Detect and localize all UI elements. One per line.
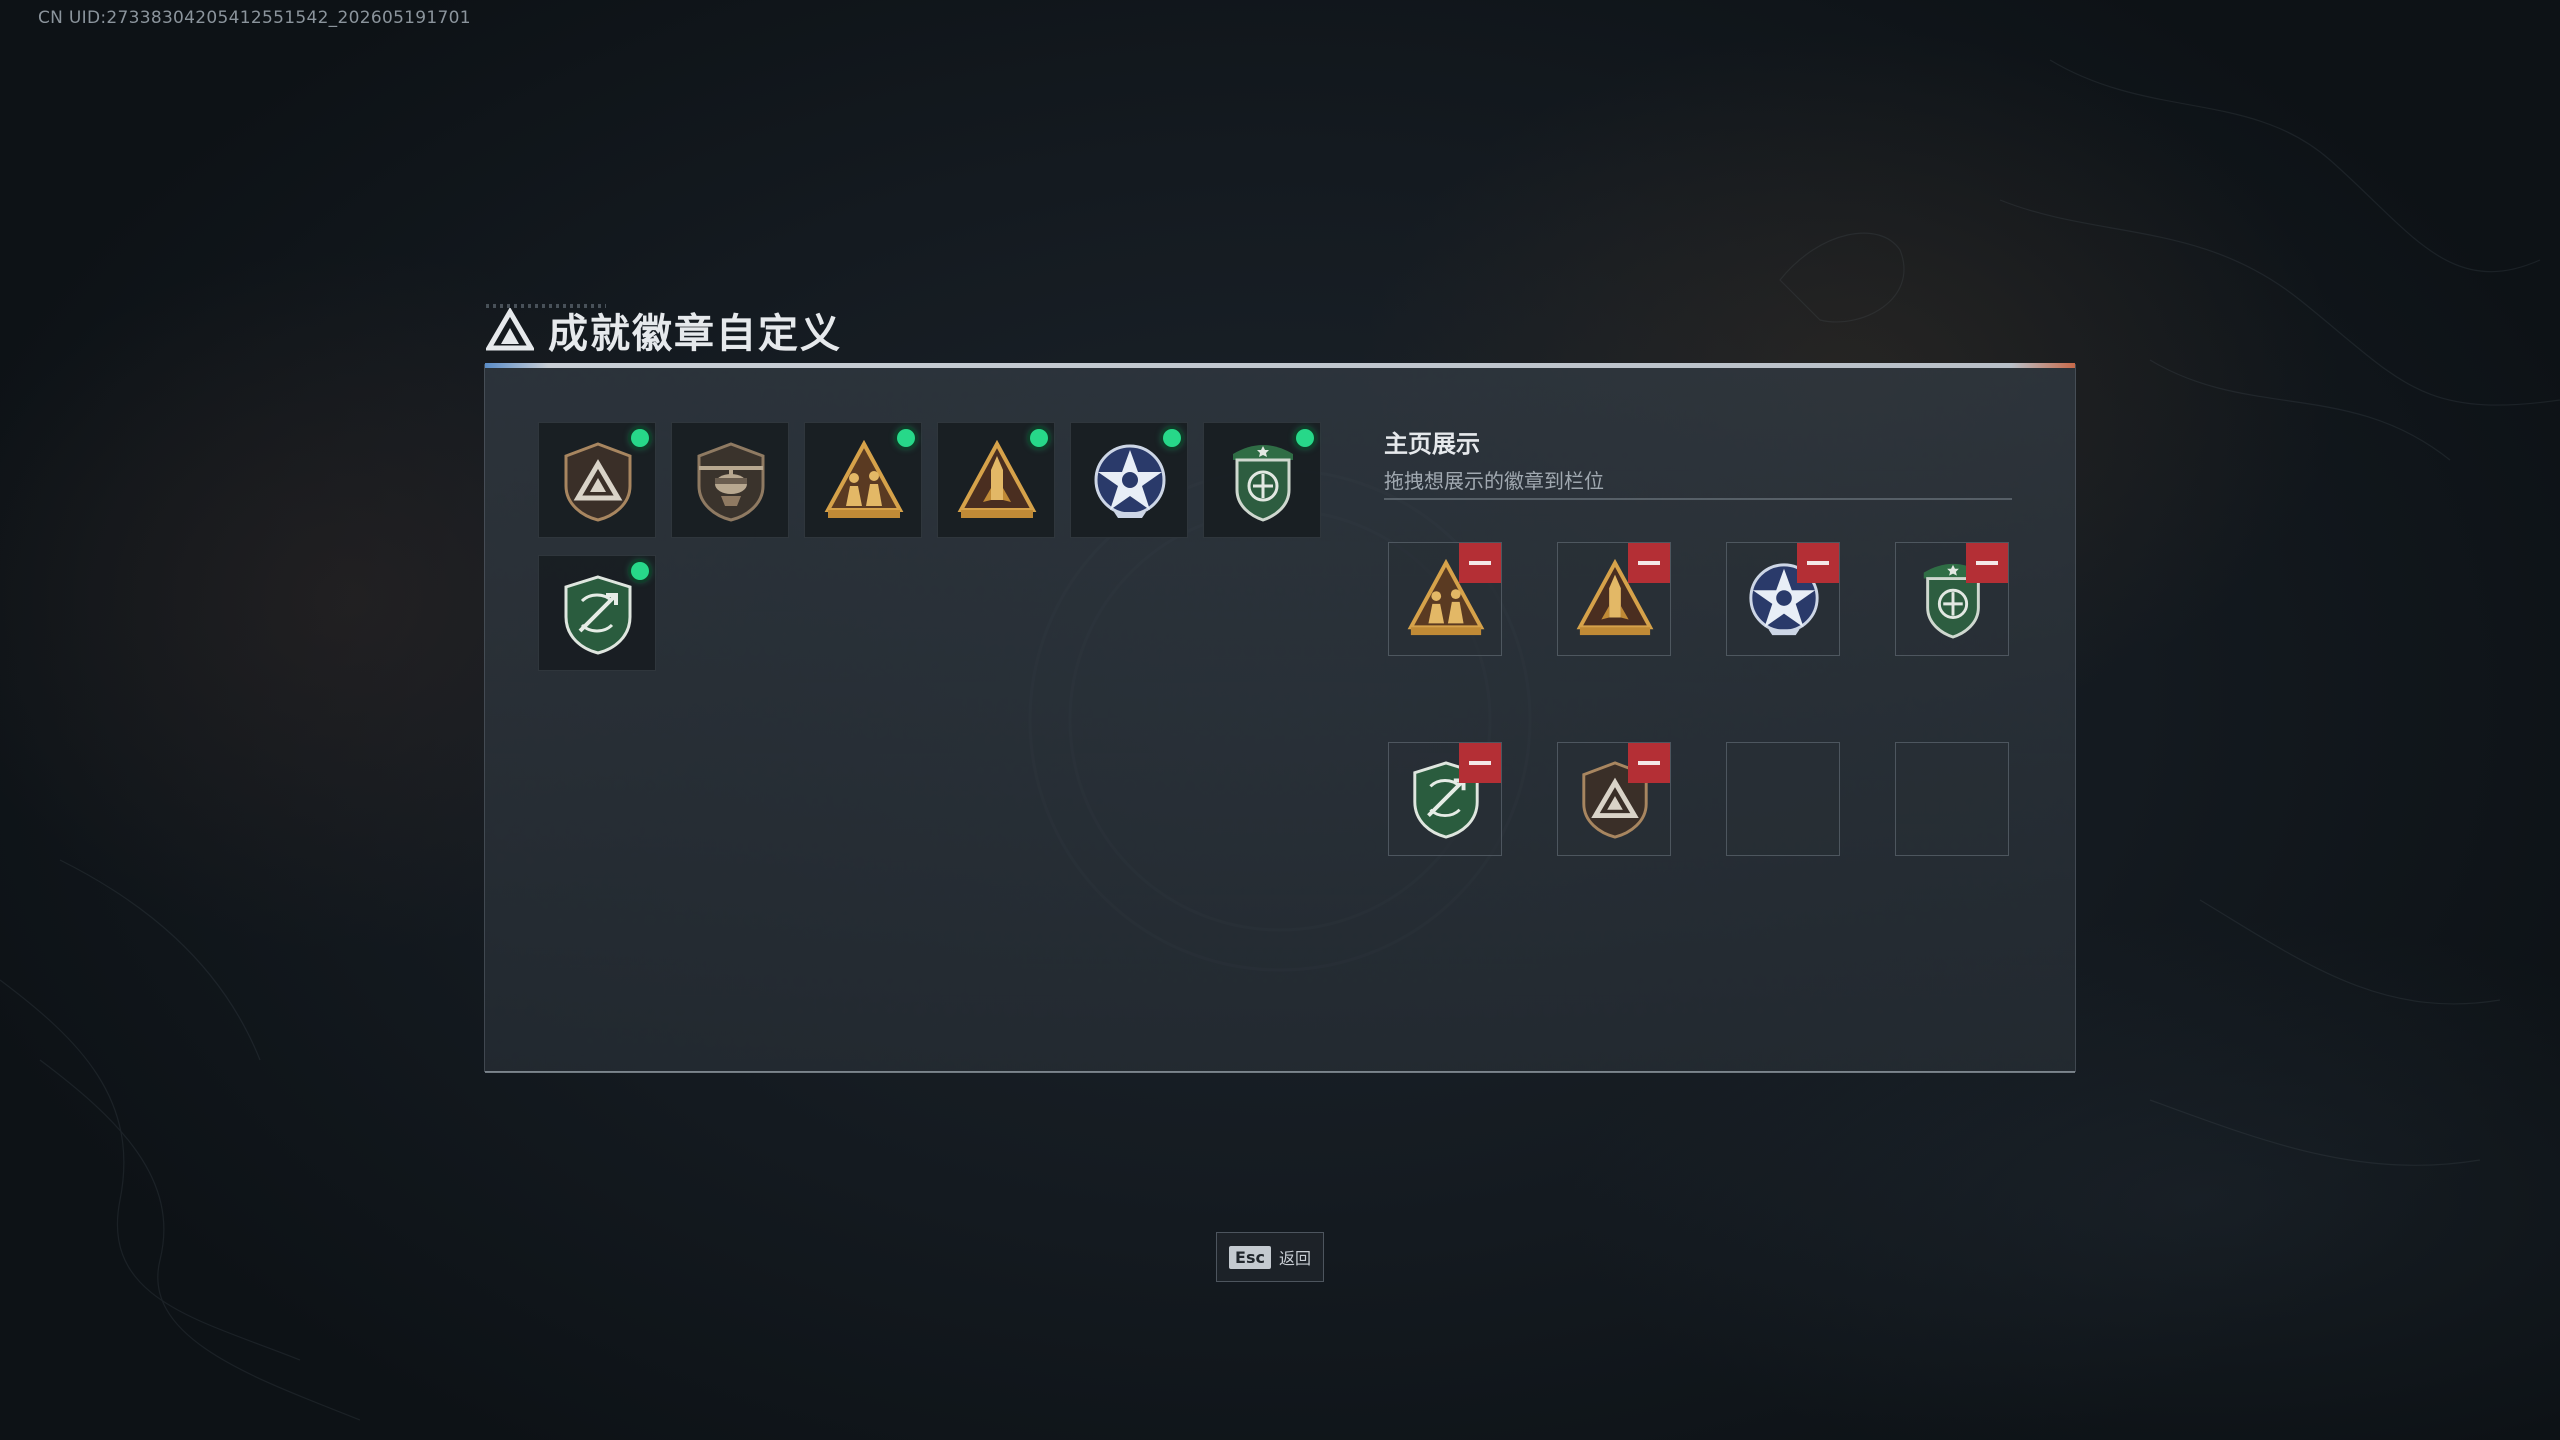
inventory-badge[interactable] <box>538 422 656 538</box>
back-label: 返回 <box>1278 1249 1311 1268</box>
showcase-header: 主页展示 拖拽想展示的徽章到栏位 <box>1384 424 1604 494</box>
inventory-badge[interactable] <box>538 555 656 671</box>
minus-icon <box>1469 761 1491 765</box>
equipped-indicator <box>631 562 649 580</box>
showcase-subtitle: 拖拽想展示的徽章到栏位 <box>1384 469 1604 493</box>
page-header: 成就徽章自定义 <box>486 300 842 360</box>
page-title: 成就徽章自定义 <box>548 311 842 357</box>
showcase-slot-empty[interactable] <box>1726 742 1840 856</box>
remove-badge-button[interactable] <box>1628 543 1670 583</box>
gold-soldiers-triangle-badge-icon <box>824 440 904 518</box>
showcase-slot-empty[interactable] <box>1895 742 2009 856</box>
esc-key-hint: Esc <box>1229 1245 1271 1269</box>
inventory-badge[interactable] <box>804 422 922 538</box>
back-button[interactable]: Esc 返回 <box>1216 1232 1324 1282</box>
showcase-slot[interactable] <box>1557 542 1671 656</box>
green-shield-wings-badge-icon <box>1233 445 1293 522</box>
panel-top-accent <box>485 363 2075 368</box>
minus-icon <box>1638 561 1660 565</box>
inventory-badge[interactable] <box>1203 422 1321 538</box>
showcase-slot[interactable] <box>1388 542 1502 656</box>
equipped-indicator <box>631 429 649 447</box>
inventory-badge[interactable] <box>937 422 1055 538</box>
remove-badge-button[interactable] <box>1628 743 1670 783</box>
inventory-badge[interactable] <box>1070 422 1188 538</box>
equipped-indicator <box>897 429 915 447</box>
showcase-slot[interactable] <box>1388 742 1502 856</box>
remove-badge-button[interactable] <box>1966 543 2008 583</box>
showcase-slot[interactable] <box>1557 742 1671 856</box>
remove-badge-button[interactable] <box>1459 543 1501 583</box>
equipped-indicator <box>1296 429 1314 447</box>
green-crest-arrows-badge-icon <box>564 575 632 655</box>
showcase-divider <box>1384 498 2012 500</box>
minus-icon <box>1469 561 1491 565</box>
equipped-indicator <box>1030 429 1048 447</box>
minus-icon <box>1976 561 1998 565</box>
minus-icon <box>1638 761 1660 765</box>
bronze-shield-triangle-badge-icon <box>564 442 632 522</box>
remove-badge-button[interactable] <box>1459 743 1501 783</box>
user-uid: CN UID:27338304205412551542_202605191701 <box>38 8 471 28</box>
remove-badge-button[interactable] <box>1797 543 1839 583</box>
panel-bottom-line <box>485 1071 2075 1073</box>
showcase-slot[interactable] <box>1726 542 1840 656</box>
triangle-logo-icon <box>486 308 534 352</box>
gold-rocket-triangle-badge-icon <box>957 440 1037 518</box>
minus-icon <box>1807 561 1829 565</box>
helicopter-shield-badge-icon <box>697 442 765 522</box>
inventory-badge[interactable] <box>671 422 789 538</box>
equipped-indicator <box>1163 429 1181 447</box>
blue-star-eagle-badge-icon <box>1094 444 1166 518</box>
showcase-slot[interactable] <box>1895 542 2009 656</box>
showcase-title: 主页展示 <box>1384 430 1480 458</box>
